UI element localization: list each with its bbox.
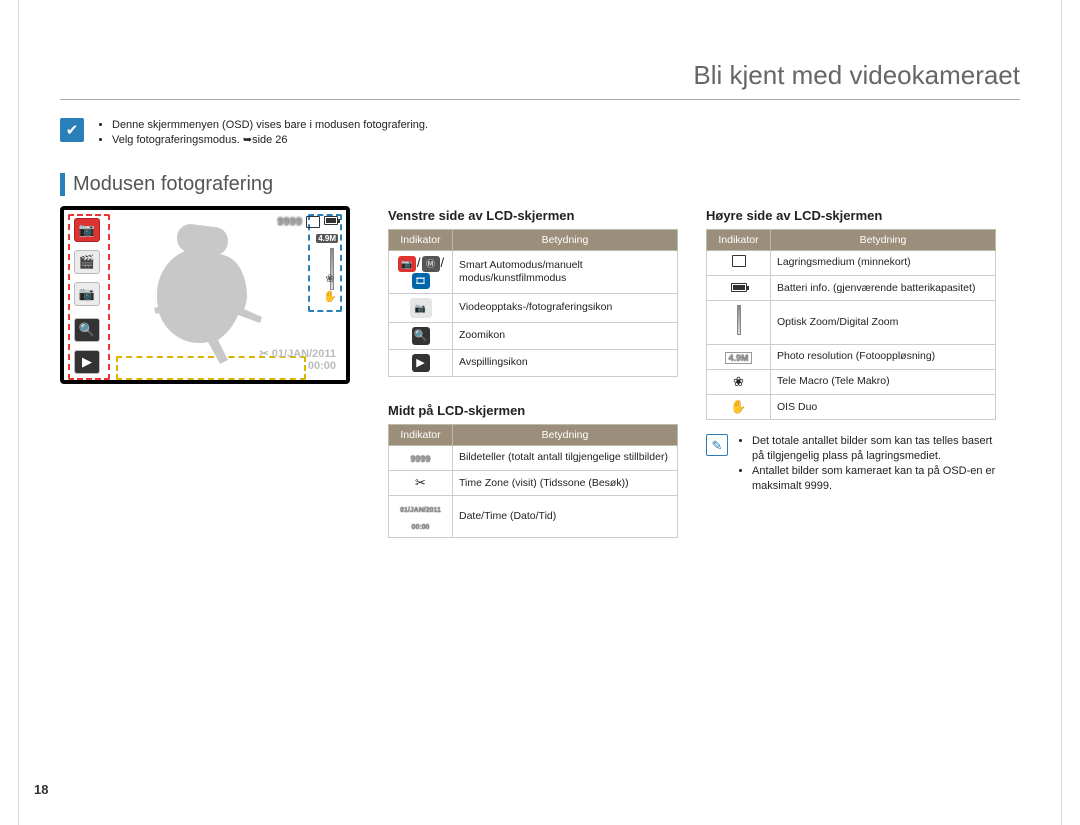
camera-icon-cell: 📷 xyxy=(389,293,453,322)
left-table-heading: Venstre side av LCD-skjermen xyxy=(388,208,678,223)
card-icon-cell xyxy=(707,250,771,275)
table-row: ❀ Tele Macro (Tele Makro) xyxy=(707,369,996,394)
table-row: 🔍 Zoomikon xyxy=(389,322,678,349)
cell-text: Time Zone (visit) (Tidssone (Besøk)) xyxy=(453,471,678,496)
th-indicator: Indikator xyxy=(389,424,453,445)
mid-indicator-table: Indikator Betydning 9999 Bildeteller (to… xyxy=(388,424,678,538)
table-row: 01/JAN/201100:00 Date/Time (Dato/Tid) xyxy=(389,496,678,538)
note-list: Det totale antallet bilder som kan tas t… xyxy=(736,434,996,493)
image-counter: 9999 xyxy=(278,216,302,228)
note-line-1: Det totale antallet bilder som kan tas t… xyxy=(752,434,996,464)
cell-text: Lagringsmedium (minnekort) xyxy=(771,250,996,275)
page-title: Bli kjent med videokameraet xyxy=(60,60,1020,100)
th-meaning: Betydning xyxy=(771,229,996,250)
table-row: 9999 Bildeteller (totalt antall tilgjeng… xyxy=(389,445,678,470)
intro-line-1: Denne skjermmenyen (OSD) vises bare i mo… xyxy=(112,118,428,133)
datetime-icon-cell: 01/JAN/201100:00 xyxy=(389,496,453,538)
cell-text: Smart Automodus/manuelt modus/kunstfilmm… xyxy=(453,250,678,293)
ois-icon: ✋ xyxy=(323,290,337,304)
cell-text: Viodeopptaks-/fotograferingsikon xyxy=(453,293,678,322)
zoombar-icon-cell xyxy=(707,301,771,344)
cell-text: OIS Duo xyxy=(771,395,996,420)
table-row: 📷/Ⓜ/🎞 Smart Automodus/manuelt modus/kuns… xyxy=(389,250,678,293)
video-mode-icon: 🎬 xyxy=(74,250,100,274)
record-mode-icon: 📷 xyxy=(74,218,100,242)
battery-icon xyxy=(324,216,338,225)
counter-icon-cell: 9999 xyxy=(389,445,453,470)
subject-silhouette xyxy=(154,222,274,372)
table-row: Lagringsmedium (minnekort) xyxy=(707,250,996,275)
intro-line-2: Velg fotograferingsmodus. ➥side 26 xyxy=(112,133,428,148)
table-row: 4.9M Photo resolution (Fotooppløsning) xyxy=(707,344,996,369)
lcd-time: 00:00 xyxy=(308,360,336,372)
mode-icons-cell: 📷/Ⓜ/🎞 xyxy=(389,250,453,293)
table-row: ✋ OIS Duo xyxy=(707,395,996,420)
mid-table-heading: Midt på LCD-skjermen xyxy=(388,403,678,418)
check-icon: ✔ xyxy=(60,118,84,142)
cell-text: Avspillingsikon xyxy=(453,349,678,376)
table-row: Batteri info. (gjenværende batterikapasi… xyxy=(707,276,996,301)
timezone-icon-cell: ✂ xyxy=(389,471,453,496)
cell-text: Zoomikon xyxy=(453,322,678,349)
cell-text: Optisk Zoom/Digital Zoom xyxy=(771,301,996,344)
note-line-2: Antallet bilder som kameraet kan ta på O… xyxy=(752,464,996,494)
note-icon: ✎ xyxy=(706,434,728,456)
lcd-date: 01/JAN/2011 xyxy=(272,348,336,360)
table-row: ✂ Time Zone (visit) (Tidssone (Besøk)) xyxy=(389,471,678,496)
zoom-icon-cell: 🔍 xyxy=(389,322,453,349)
page-number: 18 xyxy=(34,782,48,797)
th-indicator: Indikator xyxy=(707,229,771,250)
th-meaning: Betydning xyxy=(453,229,678,250)
cell-text: Date/Time (Dato/Tid) xyxy=(453,496,678,538)
lcd-preview: 📷 🎬 📷 🔍 ▶ 9999 4.9M ❀ ✋ ✂ 01/JAN/2011 00… xyxy=(60,206,350,384)
th-meaning: Betydning xyxy=(453,424,678,445)
right-indicator-table: Indikator Betydning Lagringsmedium (minn… xyxy=(706,229,996,421)
table-row: ▶ Avspillingsikon xyxy=(389,349,678,376)
timezone-datetime: ✂ 01/JAN/2011 00:00 xyxy=(260,348,337,372)
right-table-heading: Høyre side av LCD-skjermen xyxy=(706,208,996,223)
cell-text: Bildeteller (totalt antall tilgjengelige… xyxy=(453,445,678,470)
th-indicator: Indikator xyxy=(389,229,453,250)
timezone-icon: ✂ xyxy=(260,348,269,360)
left-indicator-table: Indikator Betydning 📷/Ⓜ/🎞 Smart Automodu… xyxy=(388,229,678,377)
play-icon-cell: ▶ xyxy=(389,349,453,376)
table-row: Optisk Zoom/Digital Zoom xyxy=(707,301,996,344)
zoom-icon: 🔍 xyxy=(74,318,100,342)
cell-text: Tele Macro (Tele Makro) xyxy=(771,369,996,394)
battery-icon-cell xyxy=(707,276,771,301)
section-heading: Modusen fotografering xyxy=(60,173,1020,196)
resolution-icon-cell: 4.9M xyxy=(707,344,771,369)
table-row: 📷 Viodeopptaks-/fotograferingsikon xyxy=(389,293,678,322)
resolution-badge: 4.9M xyxy=(316,234,338,243)
cell-text: Batteri info. (gjenværende batterikapasi… xyxy=(771,276,996,301)
photo-mode-icon: 📷 xyxy=(74,282,100,306)
card-icon xyxy=(306,216,320,228)
intro-list: Denne skjermmenyen (OSD) vises bare i mo… xyxy=(94,118,428,149)
macro-icon: ❀ xyxy=(323,272,337,286)
cell-text: Photo resolution (Fotooppløsning) xyxy=(771,344,996,369)
macro-icon-cell: ❀ xyxy=(707,369,771,394)
ois-icon-cell: ✋ xyxy=(707,395,771,420)
play-icon: ▶ xyxy=(74,350,100,374)
